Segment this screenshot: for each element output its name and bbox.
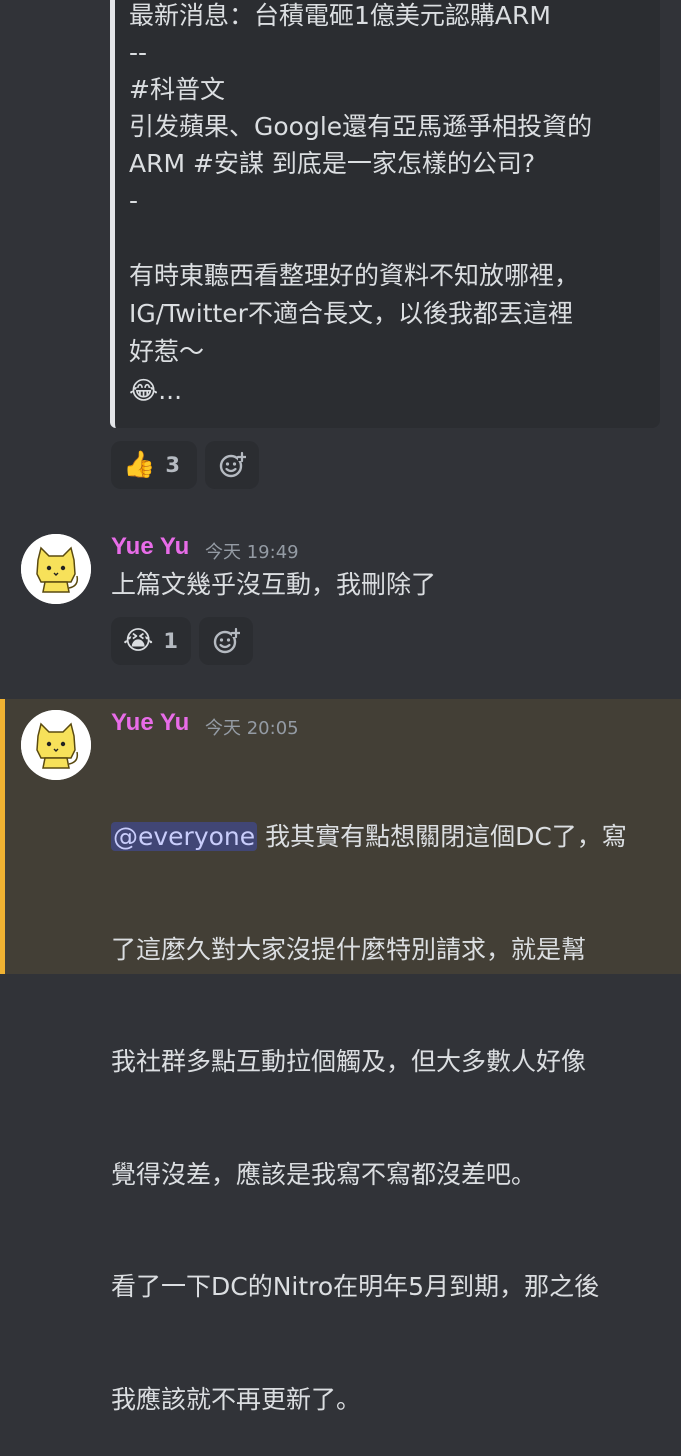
message-text: 上篇文幾乎沒互動，我刪除了 — [111, 570, 437, 599]
add-emoji-icon — [213, 627, 240, 654]
embed-line: 最新消息：台積電砸1億美元認購ARM — [129, 1, 551, 30]
reaction-count: 1 — [163, 629, 179, 653]
embed-line: - — [129, 186, 139, 215]
avatar[interactable] — [21, 710, 91, 780]
thumbs-up-icon: 👍 — [123, 450, 156, 480]
timestamp: 今天 19:49 — [205, 542, 299, 563]
message-line: 看了一下DC的Nitro在明年5月到期，那之後 — [111, 1272, 600, 1301]
username[interactable]: Yue Yu — [111, 533, 189, 561]
embed-line: IG/Twitter不適合長文，以後我都丟這裡 — [129, 299, 573, 328]
message-line: 我社群多點互動拉個觸及，但大多數人好像 — [111, 1047, 587, 1076]
embed-line: #科普文 — [129, 75, 225, 104]
add-emoji-icon — [219, 451, 246, 478]
message-text: @everyone 我其實有點想關閉這個DC了，寫 了這麼久對大家沒提什麼特別請… — [111, 743, 671, 1456]
message-line: 我應該就不再更新了。 — [111, 1384, 362, 1414]
everyone-mention[interactable]: @everyone — [111, 822, 258, 851]
embed-line: 引发蘋果、Google還有亞馬遜爭相投資的 — [129, 112, 593, 141]
embed-line: 😂... — [129, 376, 183, 405]
message-line: 覺得沒差，應該是我寫不寫都沒差吧。 — [111, 1159, 537, 1189]
embed-line: -- — [129, 38, 148, 67]
cat-avatar-icon — [21, 534, 91, 604]
cat-avatar-icon — [21, 710, 91, 780]
embed-line: 有時東聽西看整理好的資料不知放哪裡， — [129, 261, 580, 290]
embed-line: 好惹～ — [129, 337, 205, 366]
timestamp: 今天 20:05 — [205, 718, 299, 739]
reaction-thumbs-up[interactable]: 👍 3 — [111, 441, 197, 489]
reaction-crying[interactable]: 😭 1 — [111, 617, 191, 665]
embed-text: 最新消息：台積電砸1億美元認購ARM -- #科普文 引发蘋果、Google還有… — [129, 0, 650, 444]
message-embed: 最新消息：台積電砸1億美元認購ARM -- #科普文 引发蘋果、Google還有… — [110, 0, 660, 428]
reaction-count: 3 — [165, 453, 180, 477]
add-reaction-button[interactable] — [199, 617, 253, 665]
crying-face-icon: 😭 — [123, 626, 154, 656]
message-line: 了這麼久對大家沒提什麼特別請求，就是幫 — [111, 934, 587, 964]
add-reaction-button[interactable] — [205, 441, 259, 489]
embed-line: ARM #安謀 到底是一家怎樣的公司? — [129, 149, 536, 178]
username[interactable]: Yue Yu — [111, 709, 189, 737]
avatar[interactable] — [21, 534, 91, 604]
message-line: @everyone 我其實有點想關閉這個DC了，寫 — [111, 818, 671, 856]
message-first-line: 我其實有點想關閉這個DC了，寫 — [257, 822, 627, 851]
